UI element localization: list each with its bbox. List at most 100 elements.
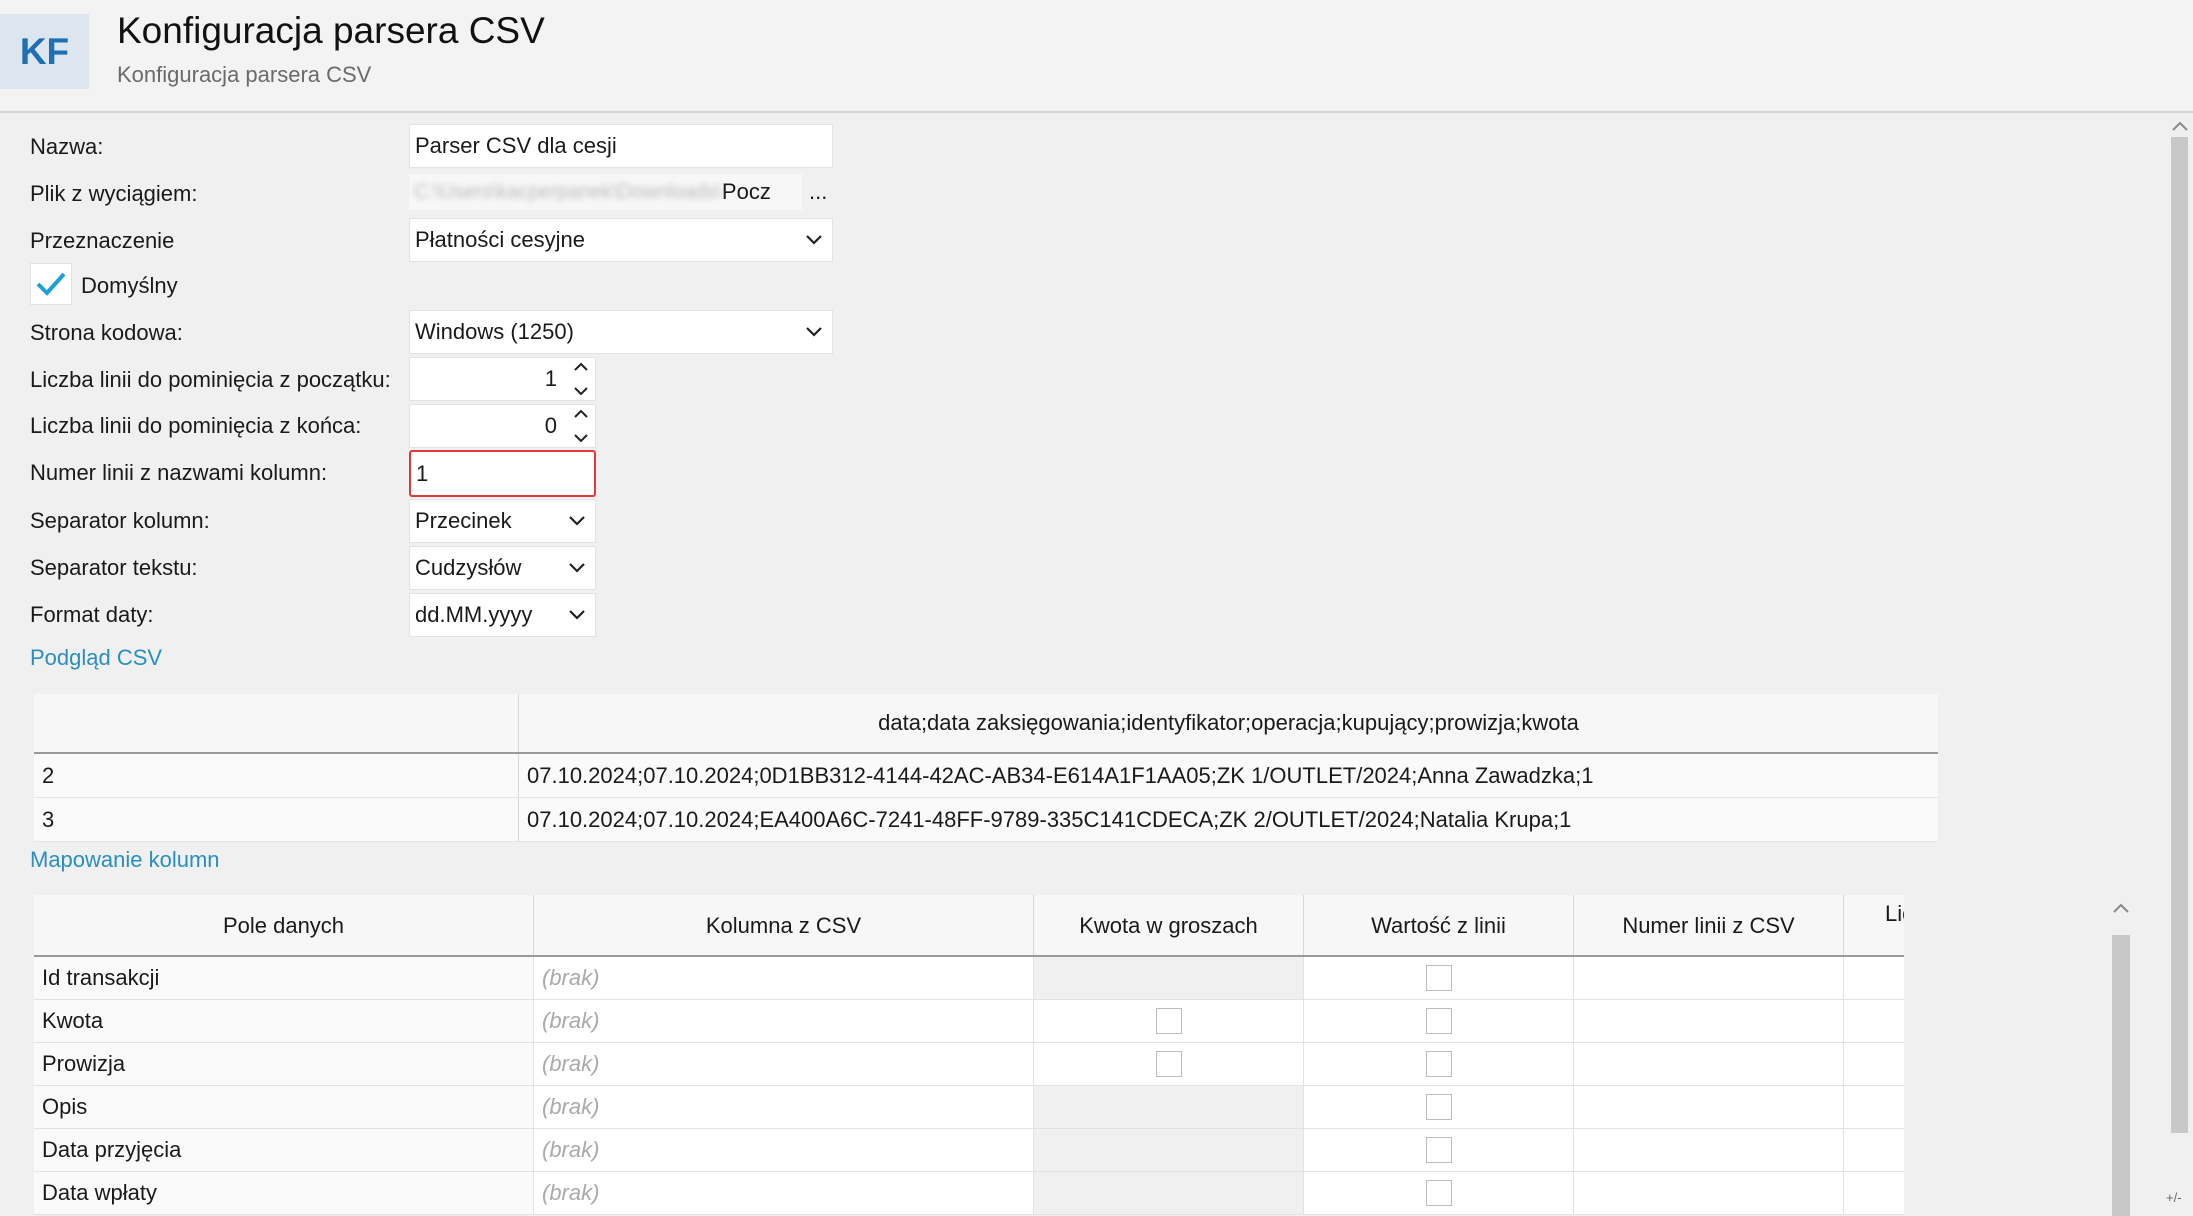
- purpose-select[interactable]: Płatności cesyjne: [409, 218, 833, 262]
- scroll-up-icon[interactable]: [2113, 903, 2129, 913]
- field-name-cell: Data wpłaty: [34, 1172, 534, 1214]
- file-browse-button[interactable]: ...: [809, 179, 827, 205]
- column-separator-select[interactable]: Przecinek: [409, 499, 596, 543]
- scrollbar-thumb[interactable]: [2171, 137, 2188, 1133]
- csv-line-number-cell[interactable]: [1574, 1172, 1844, 1214]
- csv-line-number-cell[interactable]: [1574, 1000, 1844, 1042]
- csv-column-cell[interactable]: (brak): [534, 957, 1034, 999]
- encoding-value: Windows (1250): [415, 319, 574, 344]
- csv-line-number-cell[interactable]: [1574, 957, 1844, 999]
- skip-end-spinner[interactable]: 0: [409, 404, 596, 448]
- file-label: Plik z wyciągiem:: [30, 181, 198, 206]
- name-input[interactable]: Parser CSV dla cesji: [409, 124, 833, 168]
- column-separator-label: Separator kolumn:: [30, 508, 210, 533]
- column-header[interactable]: Kwota w groszach: [1034, 895, 1304, 955]
- line-value-checkbox[interactable]: [1425, 1137, 1452, 1163]
- line-value-checkbox[interactable]: [1425, 1008, 1452, 1034]
- count-from-end-cell[interactable]: [1844, 1000, 1904, 1042]
- table-row[interactable]: Prowizja (brak): [34, 1043, 1904, 1086]
- grosze-checkbox[interactable]: [1155, 1051, 1182, 1077]
- csv-column-cell[interactable]: (brak): [534, 1129, 1034, 1171]
- line-value-checkbox[interactable]: [1425, 1051, 1452, 1077]
- field-name-cell: Data przyjęcia: [34, 1129, 534, 1171]
- column-header[interactable]: Wartość z linii: [1304, 895, 1574, 955]
- field-name-cell: Prowizja: [34, 1043, 534, 1085]
- column-header[interactable]: Kolumna z CSV: [534, 895, 1034, 955]
- grosze-cell[interactable]: [1034, 1000, 1304, 1042]
- line-value-cell[interactable]: [1304, 1000, 1574, 1042]
- line-value-checkbox[interactable]: [1425, 1094, 1452, 1120]
- text-separator-select[interactable]: Cudzysłów: [409, 546, 596, 590]
- skip-start-value: 1: [544, 366, 557, 391]
- encoding-label: Strona kodowa:: [30, 320, 183, 345]
- line-value-cell[interactable]: [1304, 1086, 1574, 1128]
- line-value-cell[interactable]: [1304, 1129, 1574, 1171]
- line-value-cell[interactable]: [1304, 1172, 1574, 1214]
- spin-up-icon[interactable]: [574, 362, 588, 371]
- grosze-cell: [1034, 957, 1304, 999]
- corner-toggle[interactable]: +/-: [2166, 1190, 2182, 1205]
- table-row[interactable]: Data przyjęcia (brak): [34, 1129, 1904, 1172]
- column-separator-value: Przecinek: [415, 508, 512, 533]
- line-value-cell[interactable]: [1304, 957, 1574, 999]
- csv-column-cell[interactable]: (brak): [534, 1043, 1034, 1085]
- line-value-checkbox[interactable]: [1425, 1180, 1452, 1206]
- page-scrollbar[interactable]: [2166, 113, 2193, 1216]
- spin-down-icon[interactable]: [574, 387, 588, 396]
- file-path-blurred: C:\Users\kacperpanek\Downloads\: [414, 180, 722, 203]
- table-row[interactable]: Opis (brak): [34, 1086, 1904, 1129]
- count-from-end-cell[interactable]: [1844, 1086, 1904, 1128]
- csv-line-number-cell[interactable]: [1574, 1129, 1844, 1171]
- mapping-scrollbar[interactable]: [2104, 895, 2138, 1216]
- skip-start-label: Liczba linii do pominięcia z początku:: [30, 367, 391, 392]
- column-header[interactable]: Numer linii z CSV: [1574, 895, 1844, 955]
- count-from-end-cell[interactable]: [1844, 957, 1904, 999]
- spin-up-icon[interactable]: [574, 409, 588, 418]
- grosze-cell[interactable]: [1034, 1043, 1304, 1085]
- preview-line-number: 2: [42, 763, 55, 788]
- scroll-up-icon[interactable]: [2172, 121, 2188, 131]
- date-format-select[interactable]: dd.MM.yyyy: [409, 593, 596, 637]
- header-line-input[interactable]: 1: [409, 450, 596, 497]
- file-path-input[interactable]: C:\Users\kacperpanek\Downloads\ Pocz: [409, 174, 802, 210]
- field-name-cell: Kwota: [34, 1000, 534, 1042]
- column-mapping-title: Mapowanie kolumn: [30, 847, 220, 872]
- csv-column-cell[interactable]: (brak): [534, 1000, 1034, 1042]
- grosze-cell: [1034, 1129, 1304, 1171]
- spin-down-icon[interactable]: [574, 434, 588, 443]
- skip-start-spinner[interactable]: 1: [409, 357, 596, 401]
- default-checkbox[interactable]: [30, 263, 72, 305]
- mapping-header: Pole danych Kolumna z CSV Kwota w grosza…: [34, 895, 1904, 957]
- preview-line-header: [34, 694, 519, 752]
- csv-preview-header: data;data zaksięgowania;identyfikator;op…: [34, 694, 1938, 754]
- purpose-value: Płatności cesyjne: [415, 227, 585, 252]
- table-row[interactable]: Id transakcji (brak): [34, 957, 1904, 1000]
- csv-column-cell[interactable]: (brak): [534, 1086, 1034, 1128]
- count-from-end-cell[interactable]: [1844, 1129, 1904, 1171]
- scrollbar-thumb[interactable]: [2112, 935, 2130, 1216]
- table-row[interactable]: Kwota (brak): [34, 1000, 1904, 1043]
- encoding-select[interactable]: Windows (1250): [409, 310, 833, 354]
- csv-line-number-cell[interactable]: [1574, 1086, 1844, 1128]
- count-from-end-cell[interactable]: [1844, 1043, 1904, 1085]
- line-value-checkbox[interactable]: [1425, 965, 1452, 991]
- table-row[interactable]: 2 07.10.2024;07.10.2024;0D1BB312-4144-42…: [34, 754, 1938, 798]
- count-from-end-cell[interactable]: [1844, 1172, 1904, 1214]
- chevron-down-icon: [569, 563, 585, 573]
- column-header[interactable]: Pole danych: [34, 895, 534, 955]
- csv-column-cell[interactable]: (brak): [534, 1172, 1034, 1214]
- table-row[interactable]: Data wpłaty (brak): [34, 1172, 1904, 1215]
- chevron-down-icon: [806, 235, 822, 245]
- column-mapping-table: Pole danych Kolumna z CSV Kwota w grosza…: [34, 895, 1904, 1216]
- table-row[interactable]: 3 07.10.2024;07.10.2024;EA400A6C-7241-48…: [34, 798, 1938, 842]
- page-subtitle: Konfiguracja parsera CSV: [117, 62, 372, 87]
- csv-line-number-cell[interactable]: [1574, 1043, 1844, 1085]
- csv-preview-title: Podgląd CSV: [30, 645, 163, 670]
- grosze-checkbox[interactable]: [1155, 1008, 1182, 1034]
- column-header[interactable]: Licz numery linii od końca: [1844, 895, 1904, 955]
- preview-line-text: 07.10.2024;07.10.2024;EA400A6C-7241-48FF…: [527, 807, 1572, 832]
- preview-content-header: data;data zaksięgowania;identyfikator;op…: [878, 710, 1579, 735]
- preview-line-text: 07.10.2024;07.10.2024;0D1BB312-4144-42AC…: [527, 763, 1594, 788]
- line-value-cell[interactable]: [1304, 1043, 1574, 1085]
- page-title: Konfiguracja parsera CSV: [117, 10, 545, 51]
